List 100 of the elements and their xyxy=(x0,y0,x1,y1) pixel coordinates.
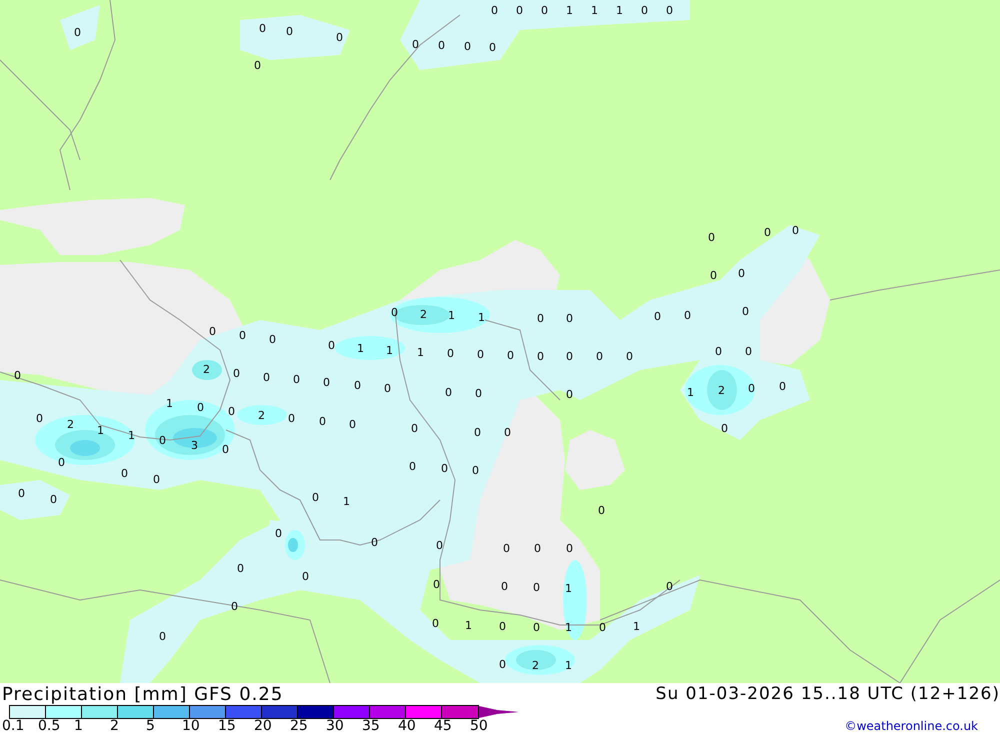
map-value-label: 0 xyxy=(263,371,270,385)
legend-tick-label: 0.5 xyxy=(38,719,62,733)
map-value-label: 0 xyxy=(293,373,300,387)
map-value-label: 0 xyxy=(666,580,673,594)
map-value-label: 0 xyxy=(121,467,128,481)
map-value-label: 0 xyxy=(654,310,661,324)
scale-overflow-arrow-icon xyxy=(479,706,519,718)
map-value-label: 0 xyxy=(14,369,21,383)
map-value-label: 0 xyxy=(74,26,81,40)
map-value-label: 0 xyxy=(533,621,540,635)
map-value-label: 3 xyxy=(191,439,198,453)
legend-tick-label: 0.1 xyxy=(2,719,26,733)
map-value-label: 0 xyxy=(336,31,343,45)
map-value-label: 0 xyxy=(477,348,484,362)
legend-tick-label: 2 xyxy=(110,719,120,733)
map-value-label: 0 xyxy=(159,434,166,448)
map-value-label: 0 xyxy=(197,401,204,415)
legend-tick-label: 5 xyxy=(146,719,156,733)
map-value-label: 0 xyxy=(412,38,419,52)
map-value-label: 0 xyxy=(742,305,749,319)
map-value-label: 0 xyxy=(50,493,57,507)
map-value-label: 0 xyxy=(464,40,471,54)
map-value-label: 0 xyxy=(491,4,498,18)
map-value-label: 0 xyxy=(715,345,722,359)
map-value-label: 0 xyxy=(499,620,506,634)
map-value-label: 0 xyxy=(534,542,541,556)
map-value-label: 0 xyxy=(36,412,43,426)
map-value-label: 0 xyxy=(566,542,573,556)
map-value-label: 0 xyxy=(641,4,648,18)
map-value-label: 1 xyxy=(343,495,350,509)
map-value-label: 0 xyxy=(537,312,544,326)
copyright-credit: ©weatheronline.co.uk xyxy=(844,719,978,733)
map-value-label: 0 xyxy=(411,422,418,436)
legend-tick-label: 10 xyxy=(182,719,201,733)
map-value-label: 0 xyxy=(233,367,240,381)
legend-tick-label: 20 xyxy=(254,719,273,733)
map-value-label: 0 xyxy=(504,426,511,440)
map-value-label: 0 xyxy=(433,578,440,592)
map-value-label: 0 xyxy=(541,4,548,18)
map-value-label: 0 xyxy=(472,464,479,478)
map-value-label: 0 xyxy=(533,581,540,595)
map-value-label: 2 xyxy=(532,659,539,673)
map-value-label: 0 xyxy=(18,487,25,501)
map-value-label: 0 xyxy=(441,462,448,476)
map-value-label: 0 xyxy=(312,491,319,505)
map-value-label: 0 xyxy=(275,527,282,541)
map-value-label: 0 xyxy=(159,630,166,644)
map-value-label: 0 xyxy=(566,312,573,326)
map-value-label: 1 xyxy=(417,346,424,360)
map-value-label: 0 xyxy=(349,418,356,432)
map-value-label: 1 xyxy=(616,4,623,18)
map-value-label: 0 xyxy=(302,570,309,584)
map-value-label: 0 xyxy=(764,226,771,240)
map-value-label: 1 xyxy=(357,342,364,356)
map-value-label: 0 xyxy=(222,443,229,457)
map-value-label: 0 xyxy=(684,309,691,323)
map-value-label: 0 xyxy=(503,542,510,556)
map-value-label: 0 xyxy=(745,345,752,359)
map-value-label: 2 xyxy=(258,409,265,423)
map-value-label: 0 xyxy=(566,350,573,364)
map-value-label: 0 xyxy=(708,231,715,245)
map-value-label: 0 xyxy=(391,306,398,320)
map-value-label: 0 xyxy=(779,380,786,394)
map-value-label: 2 xyxy=(718,384,725,398)
valid-time: Su 01-03-2026 15..18 UTC (12+126) xyxy=(656,684,1000,704)
map-value-label: 0 xyxy=(598,504,605,518)
map-value-label: 0 xyxy=(792,224,799,238)
map-value-label: 1 xyxy=(633,620,640,634)
map-value-label: 1 xyxy=(448,309,455,323)
map-value-label: 0 xyxy=(319,415,326,429)
map-value-label: 0 xyxy=(432,617,439,631)
map-value-label: 0 xyxy=(475,387,482,401)
map-value-label: 0 xyxy=(596,350,603,364)
map-value-label: 0 xyxy=(323,376,330,390)
map-value-label: 1 xyxy=(465,619,472,633)
legend-tick-label: 35 xyxy=(362,719,381,733)
legend-tick-label: 25 xyxy=(290,719,309,733)
map-value-label: 0 xyxy=(354,379,361,393)
map-value-label: 1 xyxy=(687,386,694,400)
legend-tick-label: 15 xyxy=(218,719,237,733)
map-value-label: 0 xyxy=(254,59,261,73)
map-value-label: 0 xyxy=(288,412,295,426)
map-title: Precipitation [mm] GFS 0.25 xyxy=(2,684,284,704)
map-value-label: 0 xyxy=(738,267,745,281)
map-value-label: 0 xyxy=(438,39,445,53)
legend-tick-label: 50 xyxy=(470,719,489,733)
map-value-label: 1 xyxy=(97,424,104,438)
map-value-label: 0 xyxy=(436,539,443,553)
map-value-label: 0 xyxy=(710,269,717,283)
map-value-label: 0 xyxy=(537,350,544,364)
map-value-label: 1 xyxy=(128,429,135,443)
map-value-label: 0 xyxy=(445,386,452,400)
map-value-label: 0 xyxy=(153,473,160,487)
map-value-label: 0 xyxy=(507,349,514,363)
map-value-label: 0 xyxy=(501,580,508,594)
map-value-label: 0 xyxy=(286,25,293,39)
map-value-label: 1 xyxy=(565,659,572,673)
map-value-label: 0 xyxy=(409,460,416,474)
map-value-label: 0 xyxy=(371,536,378,550)
map-value-label: 0 xyxy=(384,382,391,396)
